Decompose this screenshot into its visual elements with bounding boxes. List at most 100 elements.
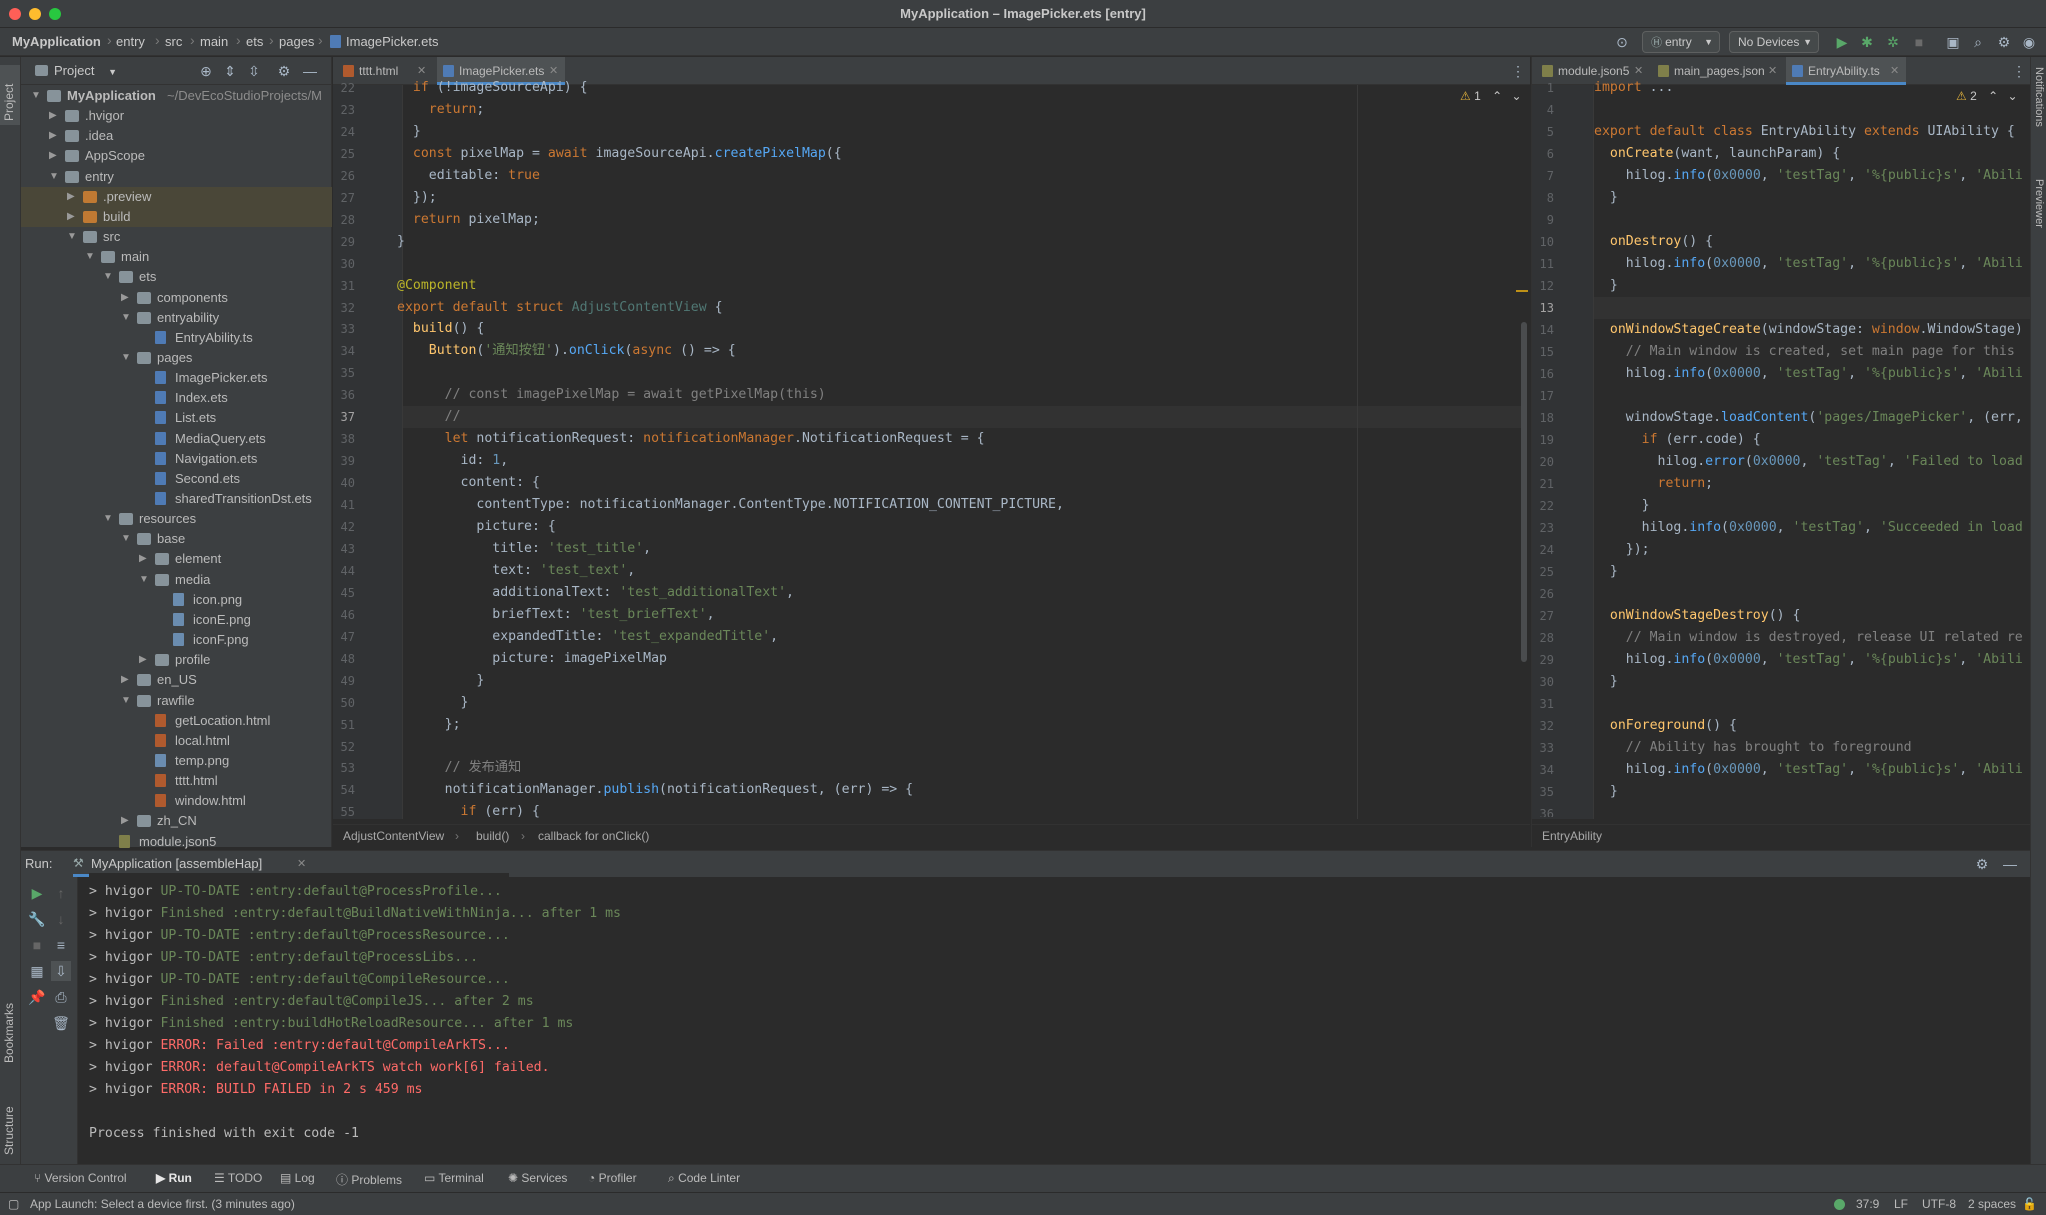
line-number[interactable]: 16	[1532, 363, 1554, 385]
line-number[interactable]: 25	[333, 143, 355, 165]
account-icon[interactable]: ◉	[2019, 32, 2039, 52]
line-number[interactable]: 26	[333, 165, 355, 187]
tree-item[interactable]: getLocation.html	[21, 711, 332, 731]
tree-item[interactable]: temp.png	[21, 751, 332, 771]
line-number[interactable]: 40	[333, 472, 355, 494]
editor-left-code[interactable]: 22 if (!imageSourceApi) {23 return; 24 } 2…	[333, 57, 1523, 819]
tool-profiler[interactable]: ◔ Profiler	[588, 1171, 637, 1185]
hide-panel-icon[interactable]: —	[2001, 854, 2019, 874]
line-number[interactable]: 24	[1532, 539, 1554, 561]
inspection-widget[interactable]: ⚠ 2 ⌃ ⌄	[1956, 89, 2018, 103]
target-icon[interactable]: ⊙	[1612, 32, 1632, 52]
line-number[interactable]: 15	[1532, 341, 1554, 363]
tree-item[interactable]: module.json5	[21, 832, 332, 852]
chevron-down-icon[interactable]: ▼	[67, 227, 77, 247]
tree-item[interactable]: local.html	[21, 731, 332, 751]
line-number[interactable]: 44	[333, 560, 355, 582]
line-number[interactable]: 42	[333, 516, 355, 538]
tree-item[interactable]: icon.png	[21, 590, 332, 610]
panel-toggle-icon[interactable]: ▢	[8, 1197, 19, 1211]
tree-item[interactable]: iconF.png	[21, 630, 332, 650]
status-indicator[interactable]	[1834, 1199, 1845, 1210]
breadcrumb-project[interactable]: MyApplication	[12, 34, 101, 49]
line-number[interactable]: 10	[1532, 231, 1554, 253]
line-number[interactable]: 29	[333, 231, 355, 253]
tree-item[interactable]: ▶ build	[21, 206, 332, 227]
line-number[interactable]: 34	[1532, 759, 1554, 781]
stop-icon[interactable]: ■	[1909, 32, 1929, 52]
tree-item[interactable]: sharedTransitionDst.ets	[21, 489, 332, 509]
tree-item[interactable]: ▼ src	[21, 227, 332, 247]
breadcrumb-entry[interactable]: entry	[116, 34, 145, 49]
line-number[interactable]: 32	[333, 297, 355, 319]
tree-item[interactable]: ▶ en_US	[21, 670, 332, 690]
device-manager-icon[interactable]: ▣	[1943, 32, 1963, 52]
tree-item[interactable]: ▶ AppScope	[21, 146, 332, 166]
line-number[interactable]: 22	[1532, 495, 1554, 517]
breadcrumb-file[interactable]: ImagePicker.ets	[346, 34, 439, 49]
structure-tool-button[interactable]: Structure	[0, 1087, 20, 1157]
attach-debugger-icon[interactable]: ✲	[1883, 32, 1903, 52]
line-number[interactable]: 39	[333, 450, 355, 472]
tree-item[interactable]: ▼ base	[21, 529, 332, 549]
line-number[interactable]: 47	[333, 626, 355, 648]
chevron-down-icon[interactable]: ▼	[103, 509, 113, 529]
tree-item[interactable]: iconE.png	[21, 610, 332, 630]
line-number[interactable]: 18	[1532, 407, 1554, 429]
run-output[interactable]: > hvigor UP-TO-DATE :entry:default@Proce…	[21, 877, 2030, 1165]
tree-item[interactable]: ▶ .preview	[21, 186, 332, 207]
line-number[interactable]: 27	[1532, 605, 1554, 627]
editor-left-scrollbar[interactable]	[1521, 322, 1527, 662]
line-number[interactable]: 12	[1532, 275, 1554, 297]
tree-item[interactable]: ImagePicker.ets	[21, 368, 332, 388]
line-number[interactable]: 28	[1532, 627, 1554, 649]
line-number[interactable]: 37	[333, 406, 355, 428]
tool-services[interactable]: ✺ Services	[508, 1171, 567, 1185]
line-number[interactable]: 6	[1532, 143, 1554, 165]
indent-setting[interactable]: 2 spaces	[1968, 1197, 2016, 1211]
breadcrumb-callback[interactable]: callback for onClick()	[538, 825, 649, 847]
line-number[interactable]: 29	[1532, 649, 1554, 671]
line-number[interactable]: 34	[333, 340, 355, 362]
line-number[interactable]: 31	[1532, 693, 1554, 715]
tree-item[interactable]: tttt.html	[21, 771, 332, 791]
file-encoding[interactable]: UTF-8	[1922, 1197, 1956, 1211]
chevron-down-icon[interactable]: ▼	[85, 247, 95, 267]
tool-run[interactable]: ▶ Run	[156, 1171, 192, 1185]
expand-all-icon[interactable]: ⇕	[221, 61, 239, 81]
tree-item[interactable]: ▼ ets	[21, 267, 332, 287]
line-number[interactable]: 11	[1532, 253, 1554, 275]
notifications-tool-button[interactable]: Notifications	[2031, 63, 2046, 163]
line-number[interactable]: 9	[1532, 209, 1554, 231]
debug-icon[interactable]: ✱	[1857, 32, 1877, 52]
chevron-down-icon[interactable]: ⌄	[1512, 89, 1522, 103]
status-message[interactable]: App Launch: Select a device first. (3 mi…	[30, 1197, 295, 1211]
line-number[interactable]: 28	[333, 209, 355, 231]
line-number[interactable]: 36	[333, 384, 355, 406]
close-tab-icon[interactable]: ✕	[297, 857, 306, 870]
chevron-right-icon[interactable]: ▶	[67, 187, 75, 207]
caret-position[interactable]: 37:9	[1856, 1197, 1879, 1211]
line-number[interactable]: 19	[1532, 429, 1554, 451]
breadcrumb-struct[interactable]: AdjustContentView	[343, 825, 444, 847]
line-number[interactable]: 26	[1532, 583, 1554, 605]
tree-item[interactable]: ▼ media	[21, 570, 332, 590]
line-number[interactable]: 23	[333, 99, 355, 121]
project-tool-button[interactable]: Project	[0, 65, 20, 125]
line-number[interactable]: 53	[333, 757, 355, 779]
line-number[interactable]: 8	[1532, 187, 1554, 209]
chevron-up-icon[interactable]: ⌃	[1988, 89, 1998, 103]
chevron-right-icon[interactable]: ▶	[49, 106, 57, 126]
chevron-down-icon[interactable]: ▼	[103, 267, 113, 287]
line-number[interactable]: 4	[1532, 99, 1554, 121]
line-number[interactable]: 45	[333, 582, 355, 604]
chevron-right-icon[interactable]: ▶	[139, 549, 147, 569]
chevron-right-icon[interactable]: ▶	[121, 811, 129, 831]
line-separator[interactable]: LF	[1894, 1197, 1908, 1211]
line-number[interactable]: 24	[333, 121, 355, 143]
breadcrumb-src[interactable]: src	[165, 34, 182, 49]
line-number[interactable]: 1	[1532, 77, 1554, 99]
chevron-right-icon[interactable]: ▶	[49, 126, 57, 146]
line-number[interactable]: 7	[1532, 165, 1554, 187]
tree-item[interactable]: ▼ pages	[21, 348, 332, 368]
